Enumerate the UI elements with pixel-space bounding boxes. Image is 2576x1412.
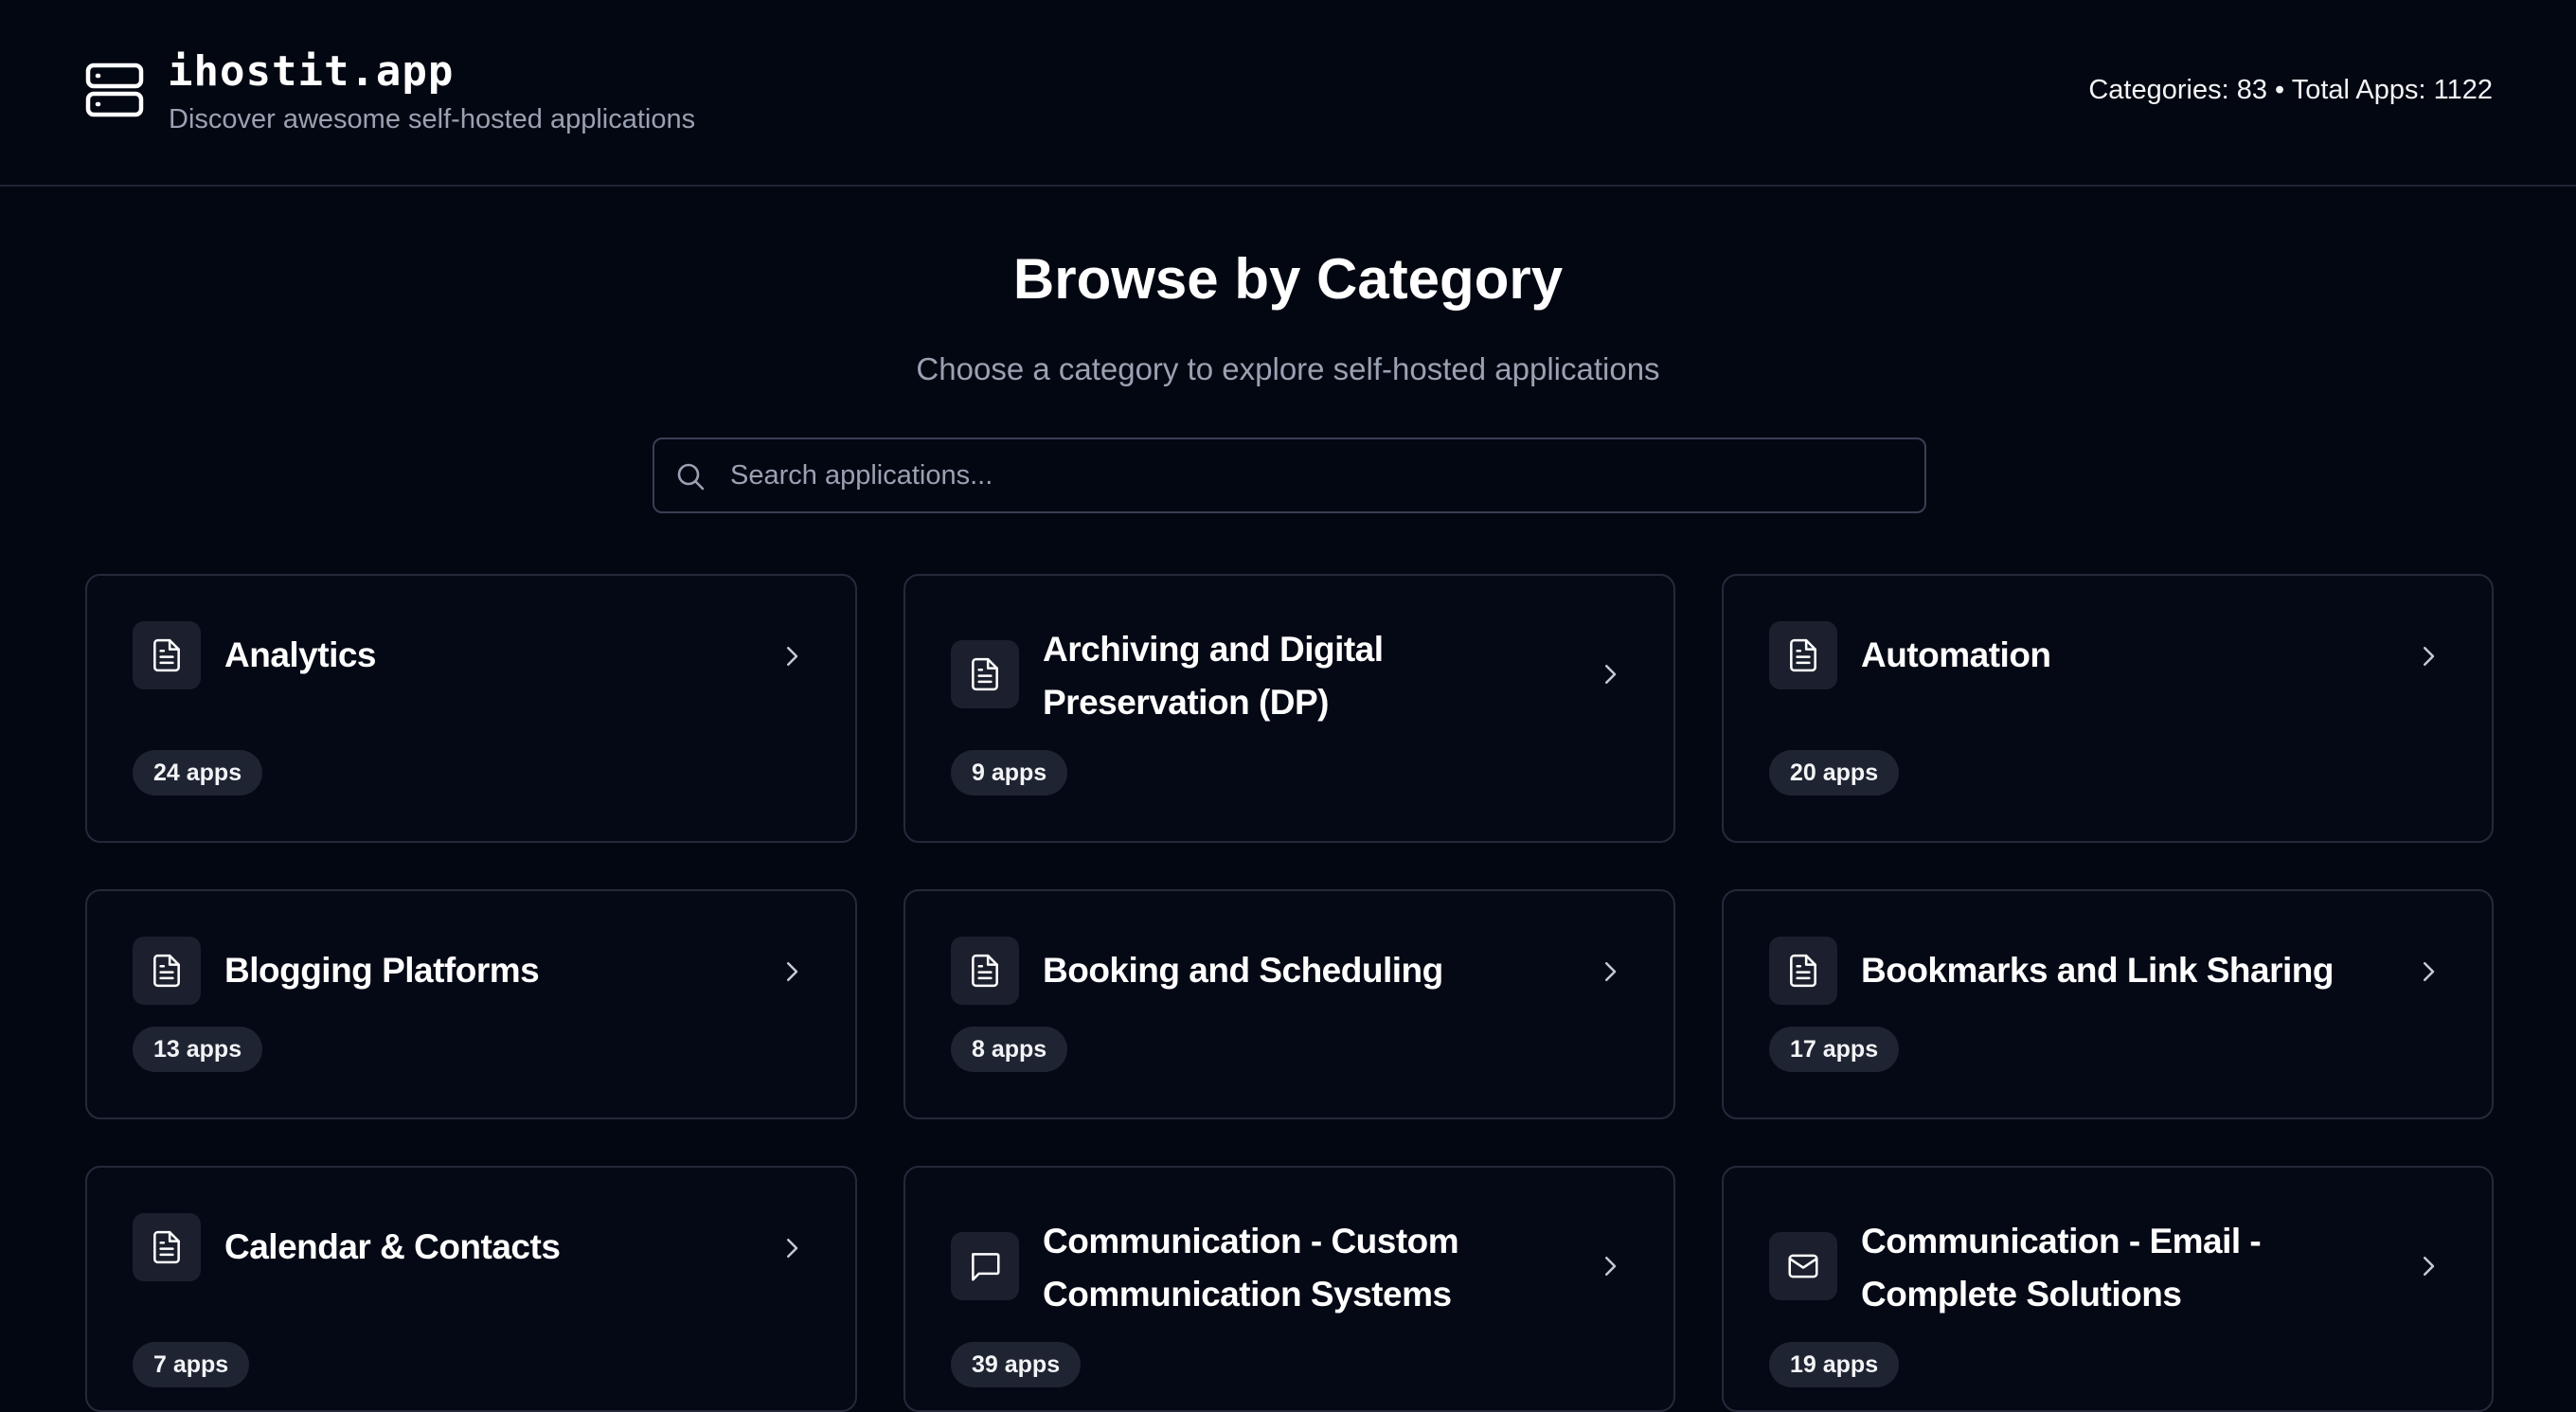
app-count-badge: 20 apps [1769, 750, 1900, 795]
brand-tagline: Discover awesome self-hosted application… [169, 104, 696, 134]
app-count-badge: 39 apps [951, 1342, 1082, 1387]
category-title: Booking and Scheduling [1043, 951, 1443, 990]
app-count-badge: 8 apps [951, 1027, 1068, 1072]
category-icon-box [951, 1232, 1019, 1300]
category-card-archiving[interactable]: Archiving and Digital Preservation (DP) … [903, 574, 1675, 843]
category-grid: Analytics 24 apps Archiving and Digital … [85, 574, 2494, 1412]
chevron-right-icon [787, 647, 798, 666]
category-card-communication-email[interactable]: Communication - Email - Complete Solutio… [1722, 1166, 2494, 1412]
app-count-badge: 7 apps [133, 1342, 250, 1387]
chevron-right-icon [1605, 665, 1617, 684]
category-card-blogging[interactable]: Blogging Platforms 13 apps [85, 889, 857, 1119]
category-title: Communication - Custom Communication Sys… [1043, 1222, 1459, 1314]
chevron-right-icon [787, 1239, 798, 1258]
chat-bubble-icon [972, 1253, 1000, 1281]
document-icon [1790, 638, 1816, 672]
chevron-right-icon [2424, 962, 2435, 981]
document-icon [153, 954, 180, 988]
page-title: Browse by Category [1012, 247, 1564, 311]
category-card-automation[interactable]: Automation 20 apps [1722, 574, 2494, 843]
category-title: Blogging Platforms [224, 951, 540, 990]
category-title: Communication - Email - Complete Solutio… [1861, 1222, 2262, 1314]
category-card-calendar[interactable]: Calendar & Contacts 7 apps [85, 1166, 857, 1412]
category-card-analytics[interactable]: Analytics 24 apps [85, 574, 857, 843]
brand-title[interactable]: ihostit.app [168, 47, 454, 96]
chevron-right-icon [2424, 1257, 2435, 1276]
chevron-right-icon [787, 962, 798, 981]
app-count-badge: 17 apps [1769, 1027, 1900, 1072]
category-icon-box [951, 640, 1019, 708]
category-title: Archiving and Digital Preservation (DP) [1043, 630, 1384, 722]
category-icon-box [1769, 621, 1837, 689]
category-icon-box [133, 937, 201, 1005]
site-header: ihostit.app Discover awesome self-hosted… [0, 0, 2576, 187]
category-card-communication-custom[interactable]: Communication - Custom Communication Sys… [903, 1166, 1675, 1412]
document-icon [1790, 954, 1816, 988]
chevron-right-icon [2424, 647, 2435, 666]
search-icon [677, 463, 705, 491]
search-input[interactable] [730, 439, 1905, 511]
category-title: Calendar & Contacts [224, 1227, 561, 1266]
document-icon [972, 954, 998, 988]
category-icon-box [1769, 1232, 1837, 1300]
category-title: Automation [1861, 635, 2051, 674]
category-icon-box [951, 937, 1019, 1005]
app-count-badge: 9 apps [951, 750, 1068, 795]
category-icon-box [133, 1213, 201, 1281]
document-icon [972, 657, 998, 691]
page-subtitle: Choose a category to explore self-hosted… [916, 351, 1660, 386]
chevron-right-icon [1605, 962, 1617, 981]
category-card-booking[interactable]: Booking and Scheduling 8 apps [903, 889, 1675, 1119]
chevron-right-icon [1605, 1257, 1617, 1276]
app-count-badge: 19 apps [1769, 1342, 1900, 1387]
document-icon [153, 1230, 180, 1264]
app-count-badge: 13 apps [133, 1027, 263, 1072]
category-icon-box [133, 621, 201, 689]
mail-icon [1788, 1254, 1818, 1278]
app-count-badge: 24 apps [133, 750, 263, 795]
server-stack-icon[interactable] [85, 61, 144, 119]
category-title: Bookmarks and Link Sharing [1861, 951, 2334, 990]
document-icon [153, 638, 180, 672]
stats-summary: Categories: 83 • Total Apps: 1122 [2088, 75, 2493, 105]
category-title: Analytics [224, 635, 377, 674]
category-card-bookmarks[interactable]: Bookmarks and Link Sharing 17 apps [1722, 889, 2494, 1119]
category-icon-box [1769, 937, 1837, 1005]
search-box[interactable] [653, 438, 1926, 513]
